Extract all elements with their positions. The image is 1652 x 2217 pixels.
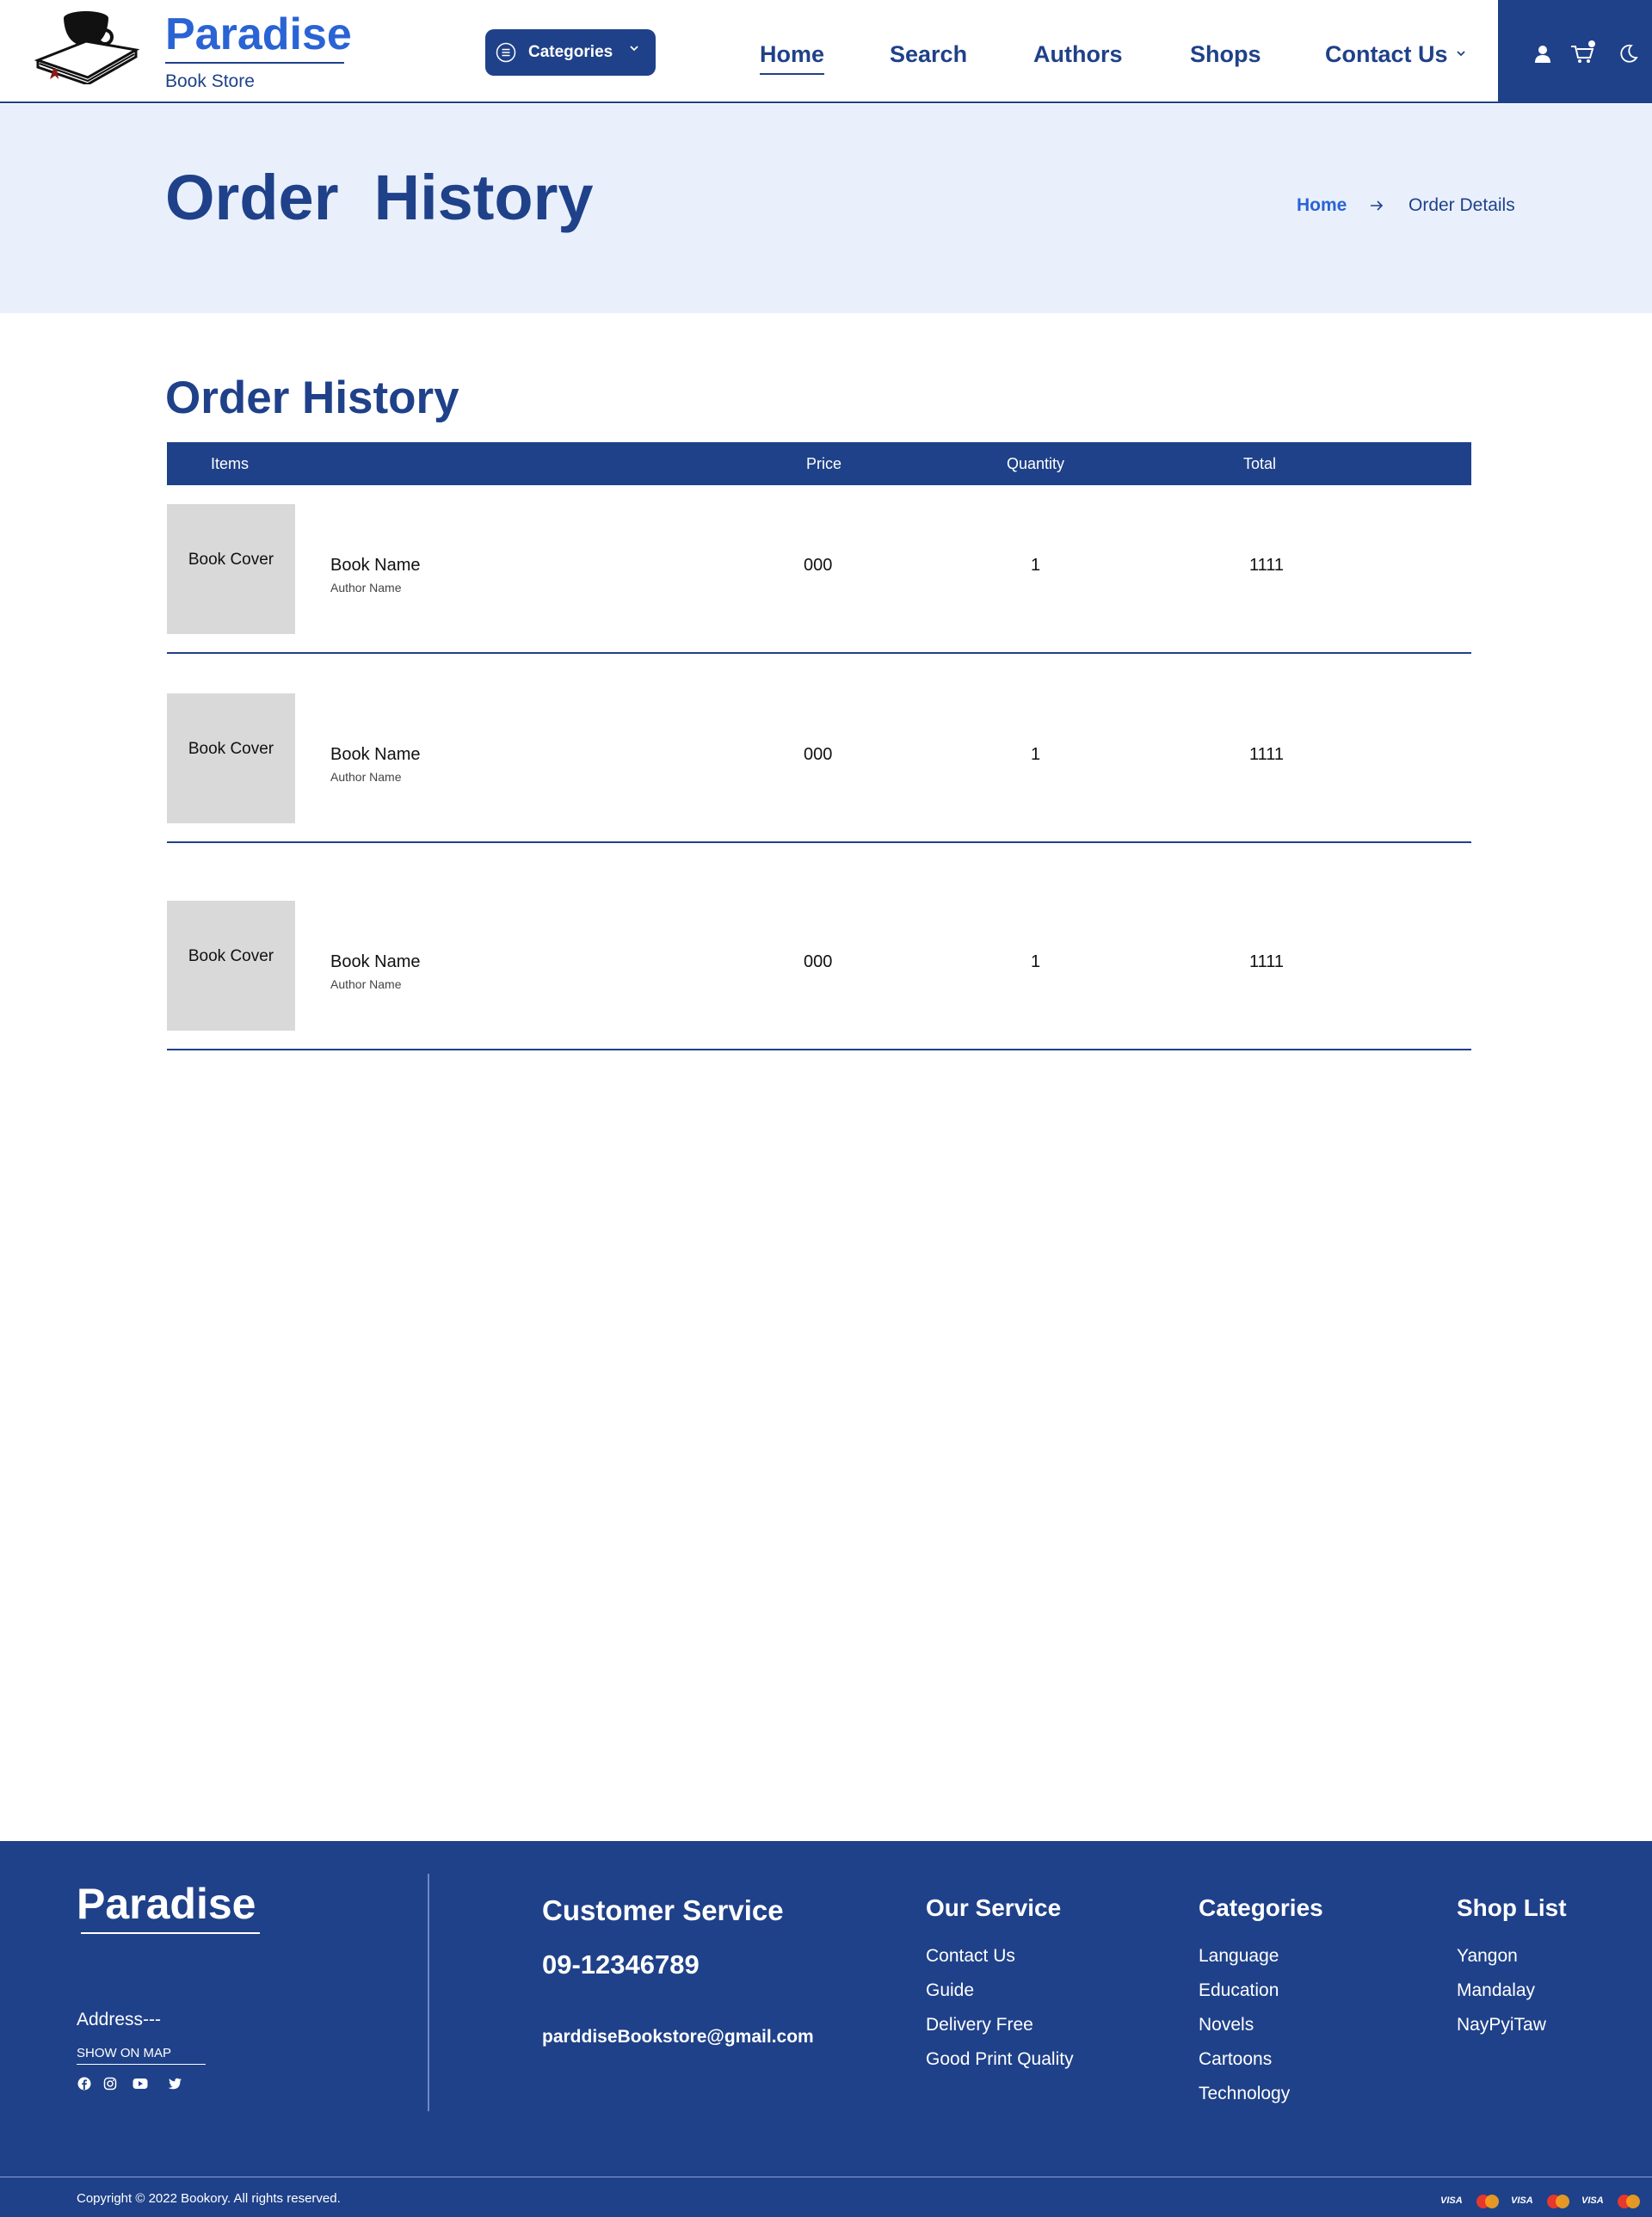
cart-icon[interactable]	[1569, 40, 1595, 65]
order-history-title: Order History	[165, 373, 459, 423]
footer-address: Address---	[77, 2010, 162, 2029]
moon-icon[interactable]	[1618, 43, 1639, 64]
our-service-link[interactable]: Delivery Free	[926, 2015, 1033, 2035]
shop-list-link[interactable]: Yangon	[1457, 1946, 1518, 1967]
visa-icon: VISA	[1581, 2195, 1604, 2206]
list-icon	[496, 42, 516, 63]
categories-label: Categories	[528, 43, 613, 61]
column-header-items: Items	[211, 455, 250, 472]
footer-category-link[interactable]: Education	[1199, 1980, 1279, 2001]
table-header: Items Price Quantity Total	[167, 442, 1471, 485]
total-cell: 1111	[1249, 556, 1285, 575]
our-service-link[interactable]: Good Print Quality	[926, 2049, 1074, 2070]
our-service-title: Our Service	[926, 1894, 1062, 1921]
our-service-link[interactable]: Contact Us	[926, 1946, 1015, 1967]
customer-service-title: Customer Service	[542, 1894, 784, 1926]
visa-label: VISA	[1581, 2195, 1604, 2206]
price-cell: 000	[804, 952, 833, 971]
brand-underline	[165, 62, 344, 64]
page-hero: Order History Home Order Details	[0, 104, 1652, 313]
footer-category-link[interactable]: Language	[1199, 1946, 1279, 1967]
author-name: Author Name	[330, 581, 402, 594]
quantity-cell: 1	[1031, 952, 1041, 971]
footer-brand-underline	[81, 1932, 260, 1934]
arrow-right-icon	[1371, 200, 1384, 211]
instagram-icon[interactable]	[103, 2077, 117, 2091]
nav-shops[interactable]: Shops	[1190, 41, 1261, 68]
customer-service-phone[interactable]: 09-12346789	[542, 1949, 700, 1980]
book-cover-label: Book Cover	[188, 551, 274, 569]
customer-service-email[interactable]: parddiseBookstore@gmail.com	[542, 2027, 814, 2048]
shop-list-link[interactable]: NayPyiTaw	[1457, 2015, 1546, 2035]
book-cover[interactable]: Book Cover	[167, 504, 295, 634]
footer-category-link[interactable]: Technology	[1199, 2084, 1290, 2104]
book-name[interactable]: Book Name	[330, 745, 421, 765]
chevron-down-icon[interactable]	[1454, 46, 1468, 60]
shop-list-link[interactable]: Mandalay	[1457, 1980, 1535, 2001]
page-title: Order History	[165, 162, 594, 233]
footer-divider	[428, 1874, 429, 2111]
book-cover[interactable]: Book Cover	[167, 693, 295, 823]
table-row[interactable]: Book Cover Book Name Author Name 000 1 1…	[167, 485, 1471, 654]
facebook-icon[interactable]	[77, 2077, 91, 2091]
book-cover-label: Book Cover	[188, 947, 274, 965]
quantity-cell: 1	[1031, 556, 1041, 575]
price-cell: 000	[804, 745, 833, 764]
footer-category-link[interactable]: Cartoons	[1199, 2049, 1272, 2070]
quantity-cell: 1	[1031, 745, 1041, 764]
breadcrumb-home[interactable]: Home	[1297, 195, 1347, 216]
column-header-total: Total	[1243, 455, 1277, 472]
footer-categories-title: Categories	[1199, 1894, 1323, 1921]
header-icon-panel	[1498, 0, 1652, 103]
nav-search[interactable]: Search	[890, 41, 967, 68]
book-cover-label: Book Cover	[188, 740, 274, 758]
book-name[interactable]: Book Name	[330, 952, 421, 972]
table-row[interactable]: Book Cover Book Name Author Name 000 1 1…	[167, 654, 1471, 843]
brand-subtitle: Book Store	[165, 71, 255, 91]
nav-home[interactable]: Home	[760, 41, 824, 75]
site-header: Paradise Book Store Categories Home Sear…	[0, 0, 1652, 103]
footer-category-link[interactable]: Novels	[1199, 2015, 1254, 2035]
brand-name[interactable]: Paradise	[165, 12, 352, 57]
mastercard-icon	[1618, 2195, 1640, 2208]
visa-label: VISA	[1511, 2195, 1533, 2206]
total-cell: 1111	[1249, 952, 1285, 971]
table-row[interactable]: Book Cover Book Name Author Name 000 1 1…	[167, 843, 1471, 1050]
book-cover[interactable]: Book Cover	[167, 901, 295, 1031]
shop-list-title: Shop List	[1457, 1894, 1567, 1921]
youtube-icon[interactable]	[133, 2077, 148, 2091]
price-cell: 000	[804, 556, 833, 575]
author-name: Author Name	[330, 977, 402, 991]
user-icon[interactable]	[1532, 43, 1553, 64]
total-cell: 1111	[1249, 745, 1285, 764]
brand[interactable]: Paradise Book Store	[165, 12, 352, 92]
twitter-icon[interactable]	[167, 2077, 182, 2091]
our-service-link[interactable]: Guide	[926, 1980, 974, 2001]
nav-authors[interactable]: Authors	[1033, 41, 1123, 68]
show-on-map-link[interactable]: SHOW ON MAP	[77, 2046, 206, 2065]
visa-icon: VISA	[1440, 2195, 1463, 2206]
mastercard-icon	[1476, 2195, 1499, 2208]
breadcrumb-current: Order Details	[1409, 195, 1515, 215]
chevron-down-icon	[630, 46, 638, 52]
nav-contact-us[interactable]: Contact Us	[1325, 41, 1448, 68]
copyright-text: Copyright © 2022 Bookory. All rights res…	[77, 2191, 341, 2206]
categories-button[interactable]: Categories	[485, 29, 656, 76]
visa-label: VISA	[1440, 2195, 1463, 2206]
column-header-quantity: Quantity	[1007, 455, 1065, 472]
book-name[interactable]: Book Name	[330, 556, 421, 576]
author-name: Author Name	[330, 770, 402, 784]
column-header-price: Price	[806, 455, 842, 472]
visa-icon: VISA	[1511, 2195, 1533, 2206]
site-footer: Paradise Address--- SHOW ON MAP Customer…	[0, 1841, 1652, 2217]
book-cup-logo-icon[interactable]	[31, 7, 143, 84]
footer-brand[interactable]: Paradise	[77, 1879, 256, 1929]
mastercard-icon	[1547, 2195, 1569, 2208]
